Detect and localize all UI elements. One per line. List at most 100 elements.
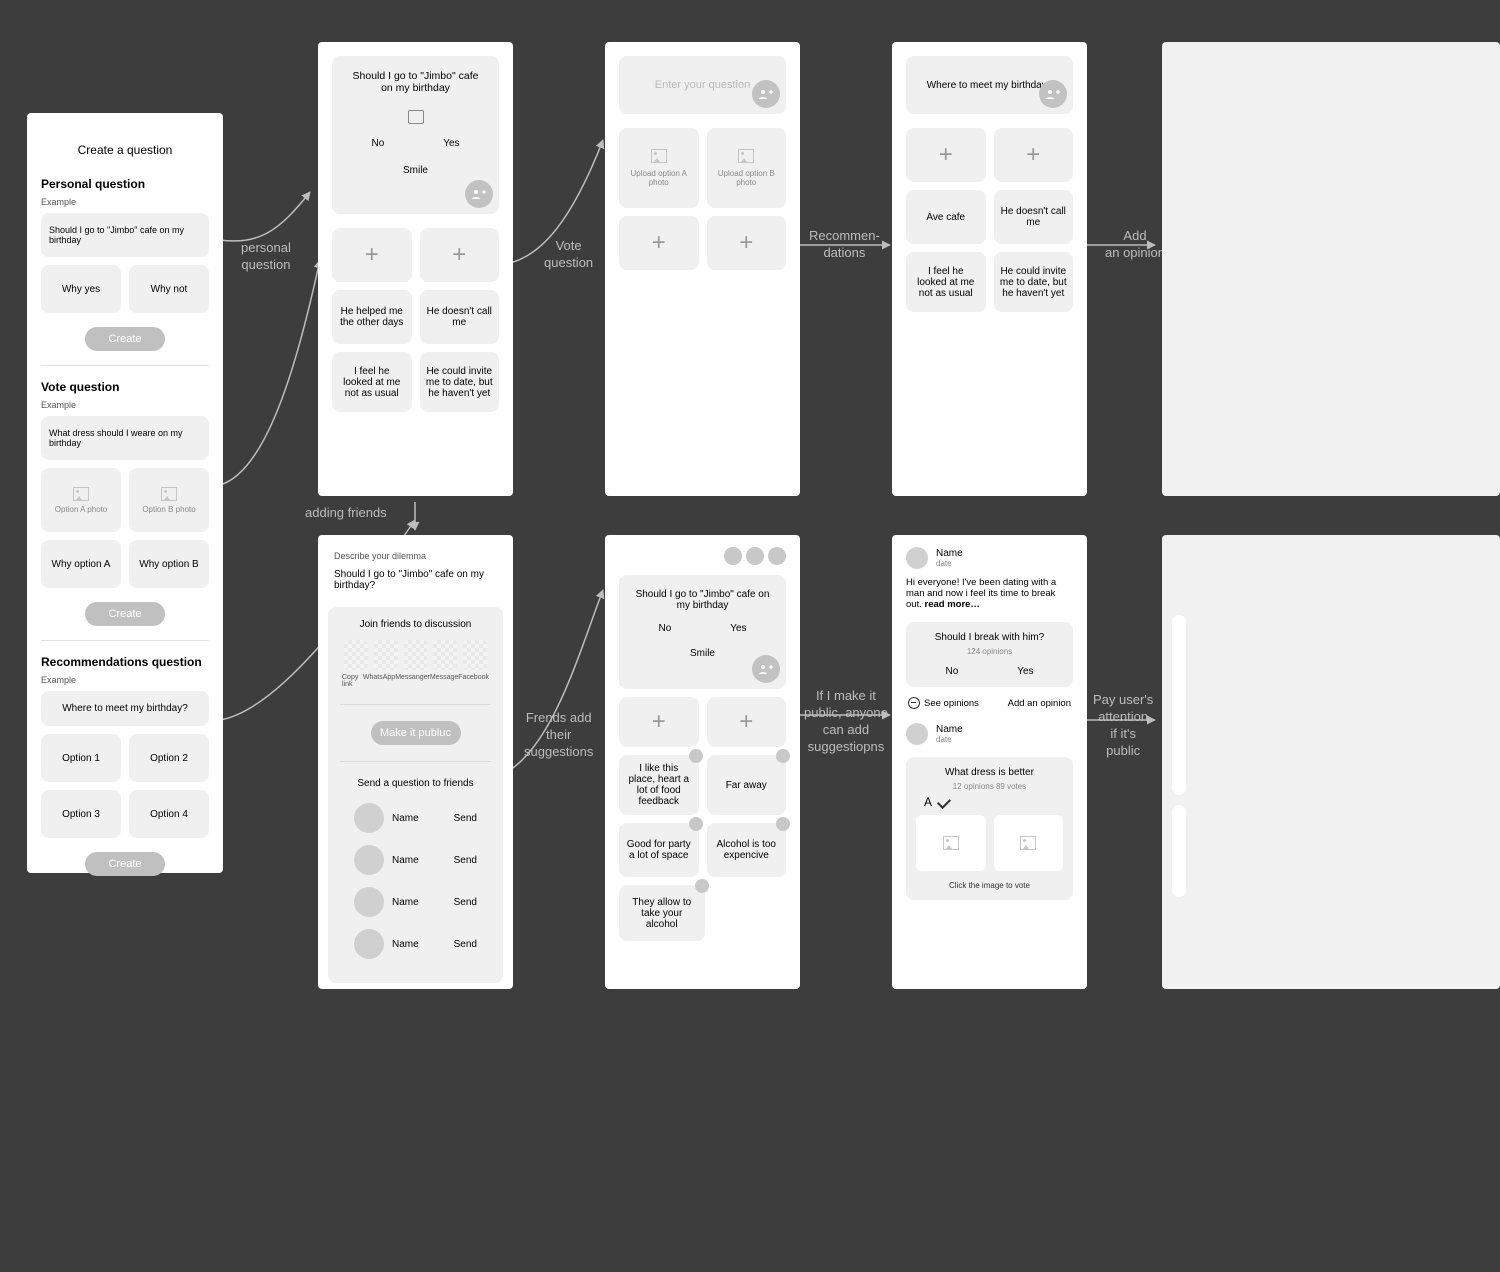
upload-b[interactable]: Upload option B photo — [713, 169, 781, 187]
map-icon — [408, 110, 424, 124]
send-button[interactable]: Send — [454, 939, 477, 950]
see-opinions-button[interactable]: See opinions — [908, 697, 979, 709]
add-suggestion[interactable]: + — [619, 697, 699, 747]
vote-image-b[interactable] — [994, 815, 1064, 871]
add-friends-fab[interactable] — [752, 655, 780, 683]
option-3[interactable]: Option 3 — [41, 790, 121, 838]
vote-heading: Vote question — [41, 380, 209, 394]
suggestion-card: They allow to take your alcohol — [619, 885, 705, 941]
vote-no[interactable]: No — [658, 623, 671, 634]
add-reason[interactable]: + — [707, 216, 787, 270]
share-message[interactable] — [433, 640, 457, 670]
vote-yes[interactable]: Yes — [1017, 666, 1033, 677]
image-icon — [943, 836, 959, 850]
create-button[interactable]: Create — [85, 602, 165, 626]
arrow-label-personal: personalquestion — [241, 240, 291, 274]
poll-question: What dress is better — [916, 767, 1063, 778]
question-input[interactable]: Enter your question — [655, 79, 750, 91]
send-button[interactable]: Send — [454, 897, 477, 908]
vote-smile[interactable]: Smile — [342, 165, 489, 176]
make-public-button[interactable]: Make it publuc — [371, 721, 461, 745]
user-name: Name — [936, 724, 963, 735]
share-copy-link[interactable] — [344, 640, 368, 670]
send-button[interactable]: Send — [454, 855, 477, 866]
image-icon — [161, 487, 177, 501]
friend-name: Name — [392, 897, 419, 908]
reason-card: He helped me the other days — [332, 290, 412, 344]
option-b-photo[interactable]: Option B photo — [142, 505, 195, 514]
vote-yes[interactable]: Yes — [730, 623, 746, 634]
vote-image-a[interactable] — [916, 815, 986, 871]
example-question: Where to meet my birthday? — [41, 691, 209, 726]
frame-public-suggestions: Should I go to "Jimbo" cafe on my birthd… — [605, 535, 800, 989]
arrow-label-make-public: If I make itpublic, anyonecan addsuggest… — [804, 688, 888, 756]
create-button[interactable]: Create — [85, 852, 165, 876]
friend-name: Name — [392, 813, 419, 824]
send-button[interactable]: Send — [454, 813, 477, 824]
frame-feed-cut — [1162, 535, 1500, 989]
add-option[interactable]: + — [994, 128, 1074, 182]
arrow-label-friends-add: Frends addtheirsuggestions — [524, 710, 593, 761]
label-describe: Describe your dilemma — [334, 551, 497, 561]
why-option-a[interactable]: Why option A — [41, 540, 121, 588]
author-dot — [689, 817, 703, 831]
friend-row: Name Send — [334, 881, 497, 923]
author-dot — [776, 749, 790, 763]
read-more-link[interactable]: read more… — [925, 599, 980, 610]
reason-card: I feel he looked at me not as usual — [332, 352, 412, 412]
share-facebook[interactable] — [463, 640, 487, 670]
create-button[interactable]: Create — [85, 327, 165, 351]
vote-yes[interactable]: Yes — [443, 138, 459, 149]
add-friends-fab[interactable] — [1039, 80, 1067, 108]
vote-smile[interactable]: Smile — [629, 648, 776, 659]
add-opinion-button[interactable]: Add an opinion — [1008, 698, 1071, 709]
question-text: Should I go to "Jimbo" cafe on my birthd… — [629, 589, 776, 611]
share-whatsapp[interactable] — [374, 640, 398, 670]
option-4[interactable]: Option 4 — [129, 790, 209, 838]
upload-a[interactable]: Upload option A photo — [625, 169, 693, 187]
vote-no[interactable]: No — [945, 666, 958, 677]
arrow-label-vote: Votequestion — [544, 238, 593, 272]
question-text: Where to meet my birthday? — [927, 80, 1053, 91]
avatar — [354, 845, 384, 875]
share-label: Facebook — [458, 674, 489, 688]
add-option[interactable]: + — [906, 128, 986, 182]
suggestion-card: Alcohol is too expencive — [707, 823, 787, 877]
why-not[interactable]: Why not — [129, 265, 209, 313]
example-question: Should I go to "Jimbo" cafe on my birthd… — [41, 213, 209, 257]
add-reason[interactable]: + — [619, 216, 699, 270]
add-friends-fab[interactable] — [752, 80, 780, 108]
send-header: Send a question to friends — [334, 778, 497, 789]
vote-no[interactable]: No — [371, 138, 384, 149]
author-dot — [695, 879, 709, 893]
share-row — [334, 640, 497, 670]
avatar — [354, 929, 384, 959]
image-icon — [738, 149, 754, 163]
option-a-photo[interactable]: Option A photo — [55, 505, 108, 514]
example-label: Example — [41, 675, 209, 685]
option-card: He could invite me to date, but he haven… — [994, 252, 1074, 312]
friend-name: Name — [392, 939, 419, 950]
add-reason[interactable]: + — [420, 228, 500, 282]
arrow-label-pay-attention: Pay user'sattentionif it'spublic — [1093, 692, 1153, 760]
add-reason[interactable]: + — [332, 228, 412, 282]
why-yes[interactable]: Why yes — [41, 265, 121, 313]
share-messanger[interactable] — [404, 640, 428, 670]
add-suggestion[interactable]: + — [707, 697, 787, 747]
frame-recommendations: Where to meet my birthday? ++ Ave cafeHe… — [892, 42, 1087, 496]
avatar — [354, 887, 384, 917]
example-label: Example — [41, 197, 209, 207]
contributor-avatars — [605, 535, 800, 565]
add-friends-fab[interactable] — [465, 180, 493, 208]
poll-stats: 12 opinions 89 votes — [916, 782, 1063, 791]
option-a-letter: A — [924, 795, 932, 809]
option-2[interactable]: Option 2 — [129, 734, 209, 782]
dilemma-text[interactable]: Should I go to "Jimbo" cafe on my birthd… — [334, 569, 497, 591]
friend-name: Name — [392, 855, 419, 866]
suggestion-card: Far away — [707, 755, 787, 815]
reason-card: He could invite me to date, but he haven… — [420, 352, 500, 412]
why-option-b[interactable]: Why option B — [129, 540, 209, 588]
author-dot — [776, 817, 790, 831]
option-1[interactable]: Option 1 — [41, 734, 121, 782]
friend-row: Name Send — [334, 797, 497, 839]
